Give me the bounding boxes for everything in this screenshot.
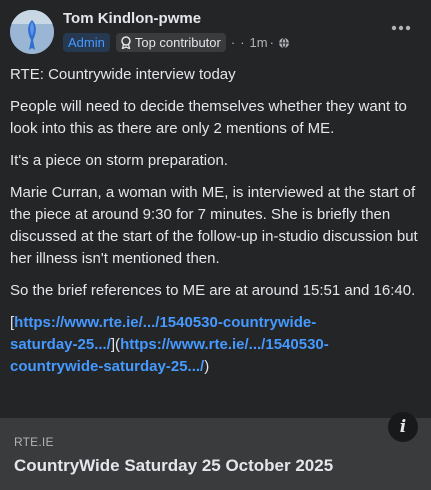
- post-paragraph: It's a piece on storm preparation.: [10, 152, 228, 169]
- link-text: countrywide-saturday-25.../: [10, 358, 205, 375]
- more-horizontal-icon: [391, 25, 411, 31]
- preview-title: CountryWide Saturday 25 October 2025: [14, 456, 334, 475]
- globe-icon[interactable]: [278, 37, 290, 49]
- more-options-button[interactable]: [388, 20, 414, 36]
- avatar[interactable]: [10, 10, 54, 54]
- bracket-close: ): [204, 358, 210, 375]
- post-meta: Admin Top contributor · · 1m ·: [63, 33, 290, 52]
- link-text: https://www.rte.ie/.../1540530-: [120, 336, 329, 353]
- link-text: https://www.rte.ie/.../1540530-countrywi…: [14, 314, 317, 331]
- info-icon[interactable]: i: [388, 412, 418, 442]
- post-paragraph: So the brief references to ME are at aro…: [10, 282, 416, 299]
- post-body: RTE: Countrywide interview today People …: [10, 64, 421, 388]
- post-card: Tom Kindlon-pwme Admin Top contributor ·…: [0, 0, 431, 490]
- post-paragraph: Marie Curran, a woman with ME, is interv…: [10, 184, 418, 267]
- link-preview[interactable]: RTE.IE CountryWide Saturday 25 October 2…: [0, 418, 431, 490]
- top-contributor-label: Top contributor: [134, 35, 221, 50]
- admin-badge[interactable]: Admin: [63, 33, 110, 52]
- meta-separator-3: ·: [269, 35, 274, 50]
- preview-domain: RTE.IE: [14, 435, 54, 449]
- avatar-image: [10, 10, 54, 54]
- meta-separator: ·: [230, 35, 236, 50]
- link-text: saturday-25.../: [10, 336, 111, 353]
- post-time[interactable]: 1m: [250, 35, 268, 50]
- post-paragraph: RTE: Countrywide interview today: [10, 66, 236, 83]
- top-contributor-badge[interactable]: Top contributor: [115, 33, 226, 52]
- author-name[interactable]: Tom Kindlon-pwme: [63, 10, 201, 27]
- post-paragraph: People will need to decide themselves wh…: [10, 98, 407, 137]
- post-links: [https://www.rte.ie/.../1540530-countryw…: [10, 312, 421, 378]
- award-icon: [121, 36, 131, 49]
- bracket-mid: ](: [110, 336, 121, 353]
- meta-separator-2: ·: [240, 35, 245, 50]
